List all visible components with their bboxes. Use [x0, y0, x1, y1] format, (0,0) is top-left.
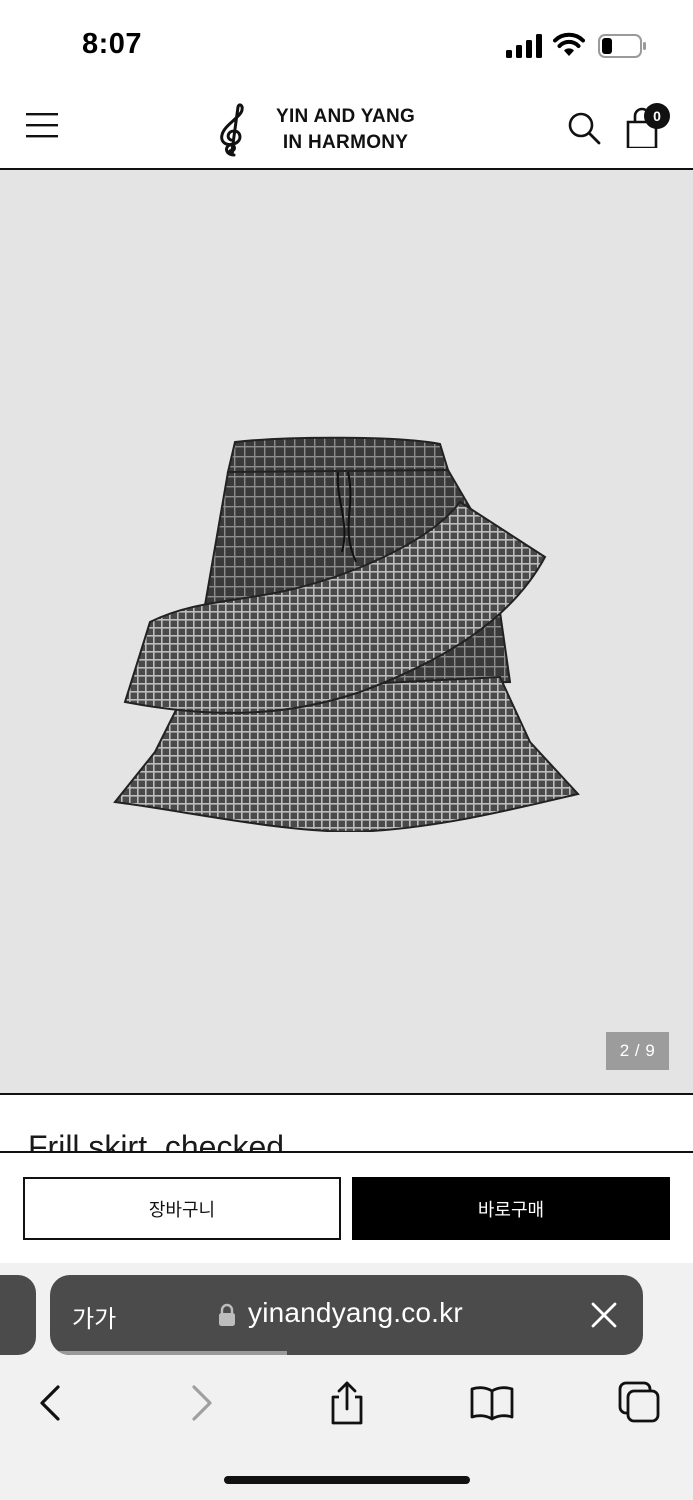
url-text[interactable]: yinandyang.co.kr	[248, 1297, 463, 1329]
treble-clef-icon	[220, 103, 244, 157]
wifi-icon	[553, 32, 585, 56]
product-title: Frill skirt_checked	[28, 1129, 285, 1151]
battery-icon	[598, 34, 646, 58]
buy-now-button[interactable]: 바로구매	[352, 1177, 670, 1240]
status-time: 8:07	[82, 28, 143, 60]
status-bar: 8:07	[0, 0, 693, 90]
text-size-button[interactable]: 가가	[72, 1299, 116, 1334]
chevron-left-icon[interactable]	[30, 1381, 74, 1425]
brand-name: YIN AND YANG IN HARMONY	[276, 104, 415, 156]
add-to-cart-button[interactable]: 장바구니	[23, 1177, 341, 1240]
gallery-counter: 2 / 9	[606, 1032, 669, 1070]
address-bar[interactable]: 가가 yinandyang.co.kr	[50, 1275, 643, 1355]
tabs-icon[interactable]	[618, 1381, 662, 1425]
browser-toolbar: 가가 yinandyang.co.kr	[0, 1263, 693, 1500]
close-icon[interactable]	[590, 1301, 618, 1329]
page-load-progress	[50, 1351, 643, 1355]
brand-line-1: YIN AND YANG	[276, 106, 416, 127]
share-icon[interactable]	[325, 1381, 369, 1425]
lock-icon	[219, 1303, 235, 1326]
hamburger-menu-icon[interactable]	[26, 110, 60, 140]
product-gallery[interactable]: 2 / 9	[0, 170, 693, 1093]
open-book-icon[interactable]	[470, 1381, 514, 1425]
checked-frill-skirt-photo	[113, 436, 580, 832]
site-header: YIN AND YANG IN HARMONY	[0, 90, 693, 170]
previous-tab-peek[interactable]	[0, 1275, 36, 1355]
cart-count-badge[interactable]: 0	[644, 103, 670, 129]
home-indicator	[224, 1476, 470, 1484]
chevron-right-icon[interactable]	[180, 1381, 224, 1425]
purchase-bar: 장바구니 바로구매	[0, 1151, 693, 1263]
page-load-progress-fill	[50, 1351, 288, 1355]
brand-line-2: IN HARMONY	[282, 132, 409, 153]
search-icon[interactable]	[566, 110, 602, 146]
product-title-area: Frill skirt_checked	[0, 1095, 693, 1151]
brand-logo[interactable]: YIN AND YANG IN HARMONY	[212, 98, 452, 162]
cellular-signal-icon	[506, 34, 542, 58]
